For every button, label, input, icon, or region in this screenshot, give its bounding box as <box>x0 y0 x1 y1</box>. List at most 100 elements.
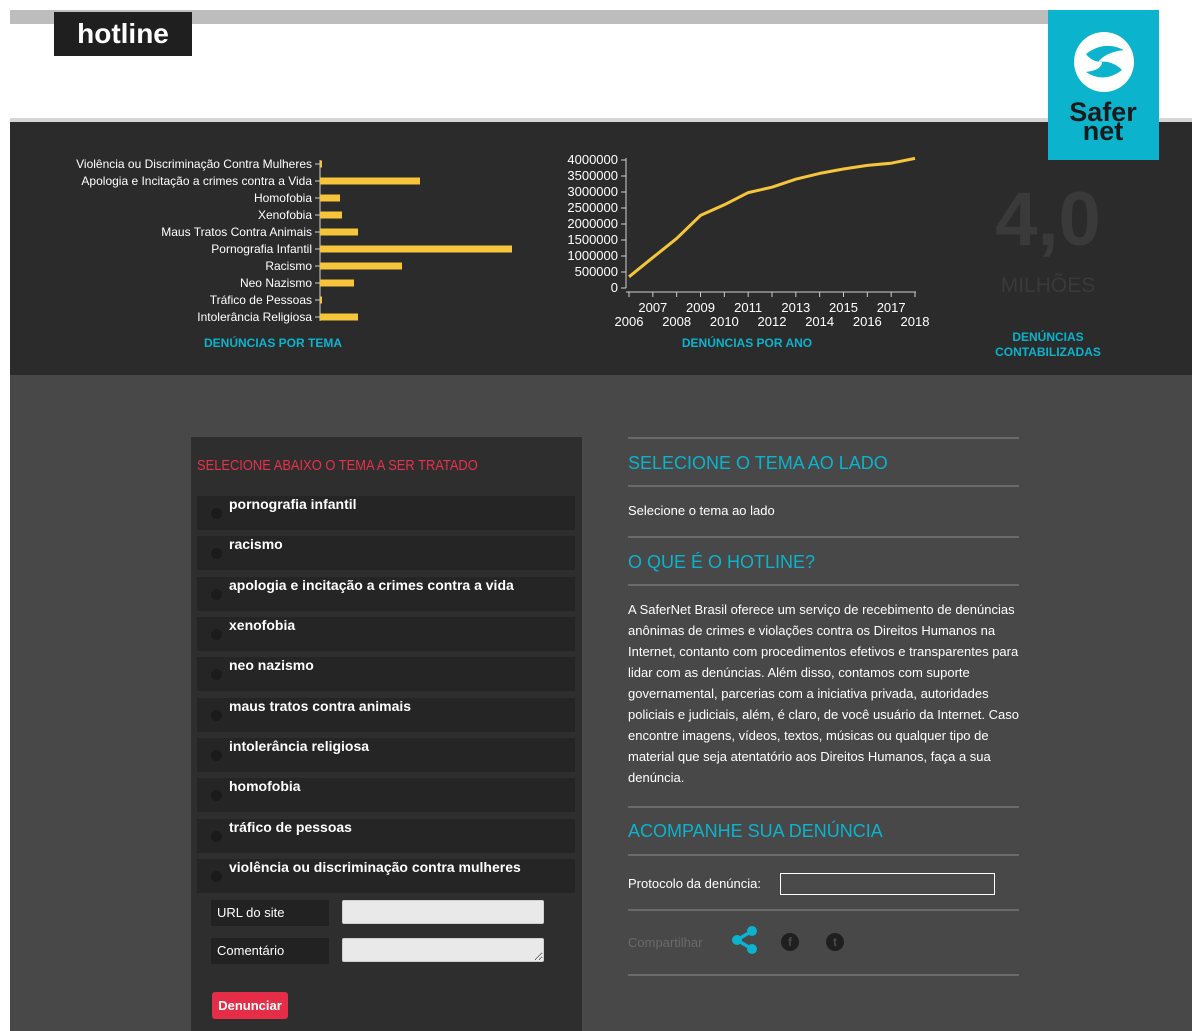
protocol-input[interactable] <box>780 873 995 895</box>
x-tick-label: 2008 <box>662 314 691 329</box>
url-label: URL do site <box>211 900 329 926</box>
safernet-logo[interactable]: Safer net <box>1048 10 1159 160</box>
x-tick-label: 2017 <box>877 300 906 315</box>
total-reports-unit: MILHÕES <box>1000 274 1096 297</box>
bar-category-label: Neo Nazismo <box>240 276 312 290</box>
total-caption-line-1: DENÚNCIAS <box>1012 330 1084 344</box>
topic-option[interactable]: homofobia <box>197 778 575 812</box>
track-heading: ACOMPANHE SUA DENÚNCIA <box>628 821 883 841</box>
bar-category-label: Racismo <box>265 259 312 273</box>
radio-dot-icon <box>211 710 222 721</box>
x-tick-label: 2014 <box>805 314 834 329</box>
info-column: SELECIONE O TEMA AO LADO Selecione o tem… <box>628 437 1020 997</box>
x-tick-label: 2009 <box>686 300 715 315</box>
topic-option[interactable]: neo nazismo <box>197 657 575 691</box>
radio-dot-icon <box>211 669 222 680</box>
x-tick-label: 2006 <box>615 314 644 329</box>
topic-option[interactable]: violência ou discriminação contra mulher… <box>197 859 575 893</box>
about-text: A SaferNet Brasil oferece um serviço de … <box>628 602 1019 785</box>
bar <box>320 279 354 287</box>
radio-dot-icon <box>211 871 222 882</box>
x-tick-label: 2016 <box>853 314 882 329</box>
bar-category-label: Pornografia Infantil <box>211 242 312 256</box>
bar <box>320 160 322 168</box>
bar-category-label: Tráfico de Pessoas <box>210 293 312 307</box>
divider <box>628 437 1019 439</box>
bar <box>320 313 358 321</box>
theme-bar-chart: DENÚNCIAS POR TEMA Violência ou Discrimi… <box>76 157 512 350</box>
topic-label: neo nazismo <box>229 657 314 673</box>
radio-dot-icon <box>211 629 222 640</box>
topic-label: tráfico de pessoas <box>229 819 352 835</box>
submit-report-button[interactable]: Denunciar <box>212 992 288 1019</box>
y-tick-label: 4000000 <box>567 152 618 167</box>
bar <box>320 211 342 219</box>
divider <box>628 806 1019 808</box>
divider <box>628 536 1019 538</box>
divider <box>628 854 1019 856</box>
topic-label: xenofobia <box>229 617 296 633</box>
protocol-label: Protocolo da denúncia: <box>628 876 761 891</box>
share-icon[interactable] <box>730 925 760 955</box>
y-tick-label: 1500000 <box>567 232 618 247</box>
y-tick-label: 3000000 <box>567 184 618 199</box>
topic-label: maus tratos contra animais <box>229 698 412 714</box>
topic-label: apologia e incitação a crimes contra a v… <box>229 577 514 593</box>
x-tick-label: 2011 <box>734 300 762 315</box>
divider <box>628 584 1019 586</box>
y-tick-label: 2000000 <box>567 216 618 231</box>
total-reports-value: 4,0 <box>995 177 1101 262</box>
radio-dot-icon <box>211 589 222 600</box>
x-tick-label: 2010 <box>710 314 739 329</box>
topic-option[interactable]: pornografia infantil <box>197 496 575 530</box>
x-tick-label: 2007 <box>638 300 667 315</box>
x-tick-label: 2013 <box>781 300 810 315</box>
topic-option[interactable]: tráfico de pessoas <box>197 819 575 853</box>
radio-dot-icon <box>211 831 222 842</box>
year-line-chart: DENÚNCIAS POR ANO 0500000100000015000002… <box>567 152 929 350</box>
bar <box>320 296 322 304</box>
topic-option[interactable]: xenofobia <box>197 617 575 651</box>
topic-label: homofobia <box>229 778 301 794</box>
panel-title: SELECIONE ABAIXO O TEMA A SER TRATADO <box>197 457 478 474</box>
topic-option[interactable]: apologia e incitação a crimes contra a v… <box>197 577 575 611</box>
url-input[interactable] <box>342 900 544 924</box>
y-tick-label: 1000000 <box>567 248 618 263</box>
topic-panel: SELECIONE ABAIXO O TEMA A SER TRATADO po… <box>191 437 582 1031</box>
x-tick-label: 2015 <box>829 300 858 315</box>
facebook-icon[interactable]: f <box>781 933 799 951</box>
hotline-logo[interactable]: hotline <box>54 12 192 56</box>
topic-label: intolerância religiosa <box>229 738 370 754</box>
y-tick-label: 2500000 <box>567 200 618 215</box>
year-chart-caption: DENÚNCIAS POR ANO <box>682 335 812 350</box>
radio-dot-icon <box>211 548 222 559</box>
topic-label: pornografia infantil <box>229 496 357 512</box>
x-tick-label: 2012 <box>758 314 787 329</box>
comment-textarea[interactable] <box>342 938 544 962</box>
bar-category-label: Intolerância Religiosa <box>197 310 312 324</box>
x-tick-label: 2018 <box>901 314 930 329</box>
radio-dot-icon <box>211 750 222 761</box>
y-tick-label: 0 <box>611 280 618 295</box>
bar-category-label: Maus Tratos Contra Animais <box>161 225 312 239</box>
topic-label: violência ou discriminação contra mulher… <box>229 859 521 875</box>
bar-category-label: Xenofobia <box>258 208 312 222</box>
topic-option[interactable]: racismo <box>197 536 575 570</box>
comment-label: Comentário <box>211 938 329 964</box>
bar-category-label: Violência ou Discriminação Contra Mulher… <box>76 157 312 171</box>
selected-topic-text: Selecione o tema ao lado <box>628 503 775 518</box>
bar <box>320 228 358 236</box>
y-tick-label: 3500000 <box>567 168 618 183</box>
twitter-icon[interactable]: t <box>826 933 844 951</box>
total-caption-line-2: CONTABILIZADAS <box>995 345 1101 359</box>
divider <box>628 909 1019 911</box>
topic-label: racismo <box>229 536 283 552</box>
about-heading: O QUE É O HOTLINE? <box>628 552 816 572</box>
selected-topic-heading: SELECIONE O TEMA AO LADO <box>628 453 888 473</box>
y-tick-label: 500000 <box>575 264 618 279</box>
total-reports-caption: DENÚNCIAS CONTABILIZADAS <box>978 330 1118 360</box>
topic-option[interactable]: intolerância religiosa <box>197 738 575 772</box>
radio-dot-icon <box>211 790 222 801</box>
topic-option[interactable]: maus tratos contra animais <box>197 698 575 732</box>
theme-chart-caption: DENÚNCIAS POR TEMA <box>204 335 342 350</box>
